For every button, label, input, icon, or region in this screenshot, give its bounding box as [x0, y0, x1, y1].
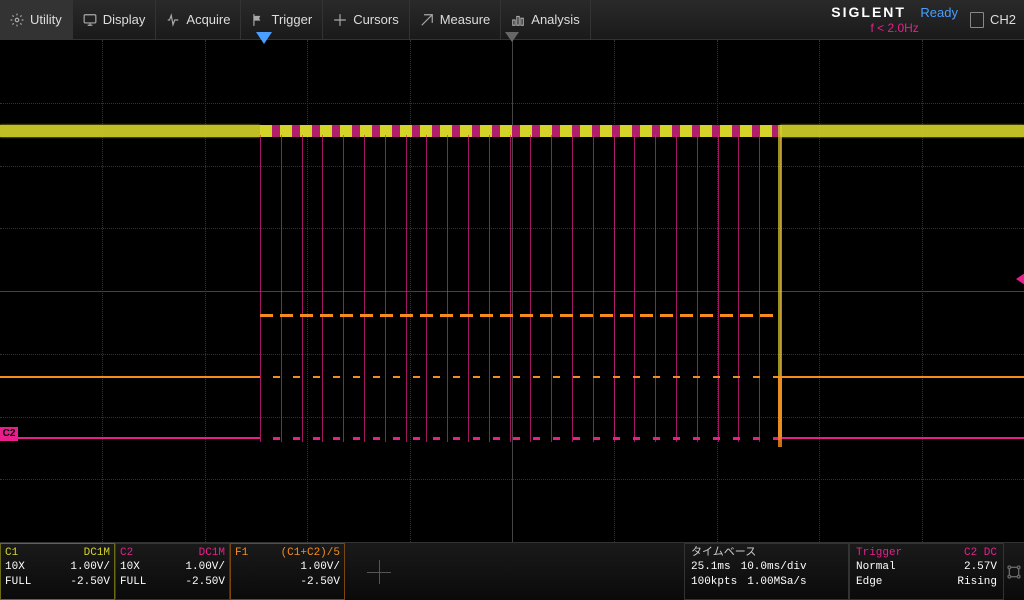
c1-coupling: DC1M — [84, 546, 110, 560]
document-icon — [970, 12, 984, 28]
menu-trigger-label: Trigger — [271, 12, 312, 27]
network-icon[interactable] — [1004, 543, 1024, 600]
c2-panel[interactable]: C2 DC1M 10X 1.00V/ FULL -2.50V — [115, 543, 230, 600]
c1-vdiv: 1.00V/ — [70, 560, 110, 574]
c2-label: C2 — [120, 546, 133, 560]
f1-waveform — [0, 376, 260, 378]
timebase-mem: 100kpts — [691, 575, 737, 589]
c2-bw: FULL — [120, 575, 146, 589]
active-channel-box[interactable]: CH2 — [970, 12, 1016, 28]
trigger-type: Edge — [856, 575, 882, 589]
menu-display-label: Display — [103, 12, 146, 27]
trigger-title: Trigger — [856, 546, 902, 560]
menu-utility-label: Utility — [30, 12, 62, 27]
menu-cursors-label: Cursors — [353, 12, 399, 27]
crosshair-icon — [367, 560, 391, 584]
trigger-level: 2.57V — [964, 560, 997, 574]
monitor-icon — [83, 13, 97, 27]
analysis-icon — [511, 13, 525, 27]
f1-panel[interactable]: F1 (C1+C2)/5 1.00V/ -2.50V — [230, 543, 345, 600]
c2-probe: 10X — [120, 560, 140, 574]
timebase-delay: 25.1ms — [691, 560, 731, 574]
trigger-mode: Normal — [856, 560, 896, 574]
c2-vdiv: 1.00V/ — [185, 560, 225, 574]
trigger-panel[interactable]: Trigger C2 DC Normal 2.57V Edge Rising — [849, 543, 1004, 600]
measure-icon — [420, 13, 434, 27]
f1-offset: -2.50V — [300, 575, 340, 589]
menu-acquire-label: Acquire — [186, 12, 230, 27]
menu-measure-label: Measure — [440, 12, 491, 27]
timebase-panel[interactable]: タイムベース 25.1ms 10.0ms/div 100kpts 1.00MSa/s — [684, 543, 849, 600]
cursors-icon — [333, 13, 347, 27]
trigger-level-marker[interactable] — [1016, 271, 1024, 287]
menu-display[interactable]: Display — [73, 0, 157, 39]
timebase-tdiv: 10.0ms/div — [741, 560, 807, 574]
acquire-icon — [166, 13, 180, 27]
active-channel-label: CH2 — [990, 12, 1016, 27]
f1-formula: (C1+C2)/5 — [281, 546, 340, 560]
timebase-sa: 1.00MSa/s — [747, 575, 806, 589]
c1-offset: -2.50V — [70, 575, 110, 589]
c1-waveform-right — [780, 125, 1024, 137]
timebase-title: タイムベース — [691, 546, 842, 560]
c2-coupling: DC1M — [199, 546, 225, 560]
menu-cursors[interactable]: Cursors — [323, 0, 410, 39]
c1-bw: FULL — [5, 575, 31, 589]
ready-status: Ready — [920, 5, 958, 20]
menu-acquire[interactable]: Acquire — [156, 0, 241, 39]
status-area: SIGLENT Ready f < 2.0Hz CH2 — [823, 0, 1024, 39]
f1-vdiv: 1.00V/ — [300, 560, 340, 574]
f1-label: F1 — [235, 546, 248, 560]
c2-waveform-right — [780, 437, 1024, 439]
trigger-slope: Rising — [957, 575, 997, 589]
f1-edge — [778, 376, 782, 446]
menu-utility[interactable]: Utility — [0, 0, 73, 39]
f1-waveform-right — [780, 376, 1024, 378]
menu-measure[interactable]: Measure — [410, 0, 502, 39]
bottom-status-bar: C1 DC1M 10X 1.00V/ FULL -2.50V C2 DC1M 10X 1.… — [0, 542, 1024, 600]
scope-display[interactable]: C2 — [0, 40, 1024, 542]
c2-offset: -2.50V — [185, 575, 225, 589]
flag-icon — [251, 13, 265, 27]
c1-probe: 10X — [5, 560, 25, 574]
trigger-source: C2 DC — [964, 546, 997, 560]
frequency-readout: f < 2.0Hz — [870, 21, 918, 35]
brand-box: SIGLENT Ready f < 2.0Hz — [831, 4, 958, 35]
c1-label: C1 — [5, 546, 18, 560]
crosshair-indicator — [345, 543, 413, 600]
burst-zone — [260, 40, 780, 542]
brand-label: SIGLENT — [831, 4, 906, 20]
gear-icon — [10, 13, 24, 27]
menu-analysis-label: Analysis — [531, 12, 579, 27]
c1-panel[interactable]: C1 DC1M 10X 1.00V/ FULL -2.50V — [0, 543, 115, 600]
c1-waveform — [0, 125, 260, 137]
menu-trigger[interactable]: Trigger — [241, 0, 323, 39]
c2-waveform — [0, 437, 260, 439]
